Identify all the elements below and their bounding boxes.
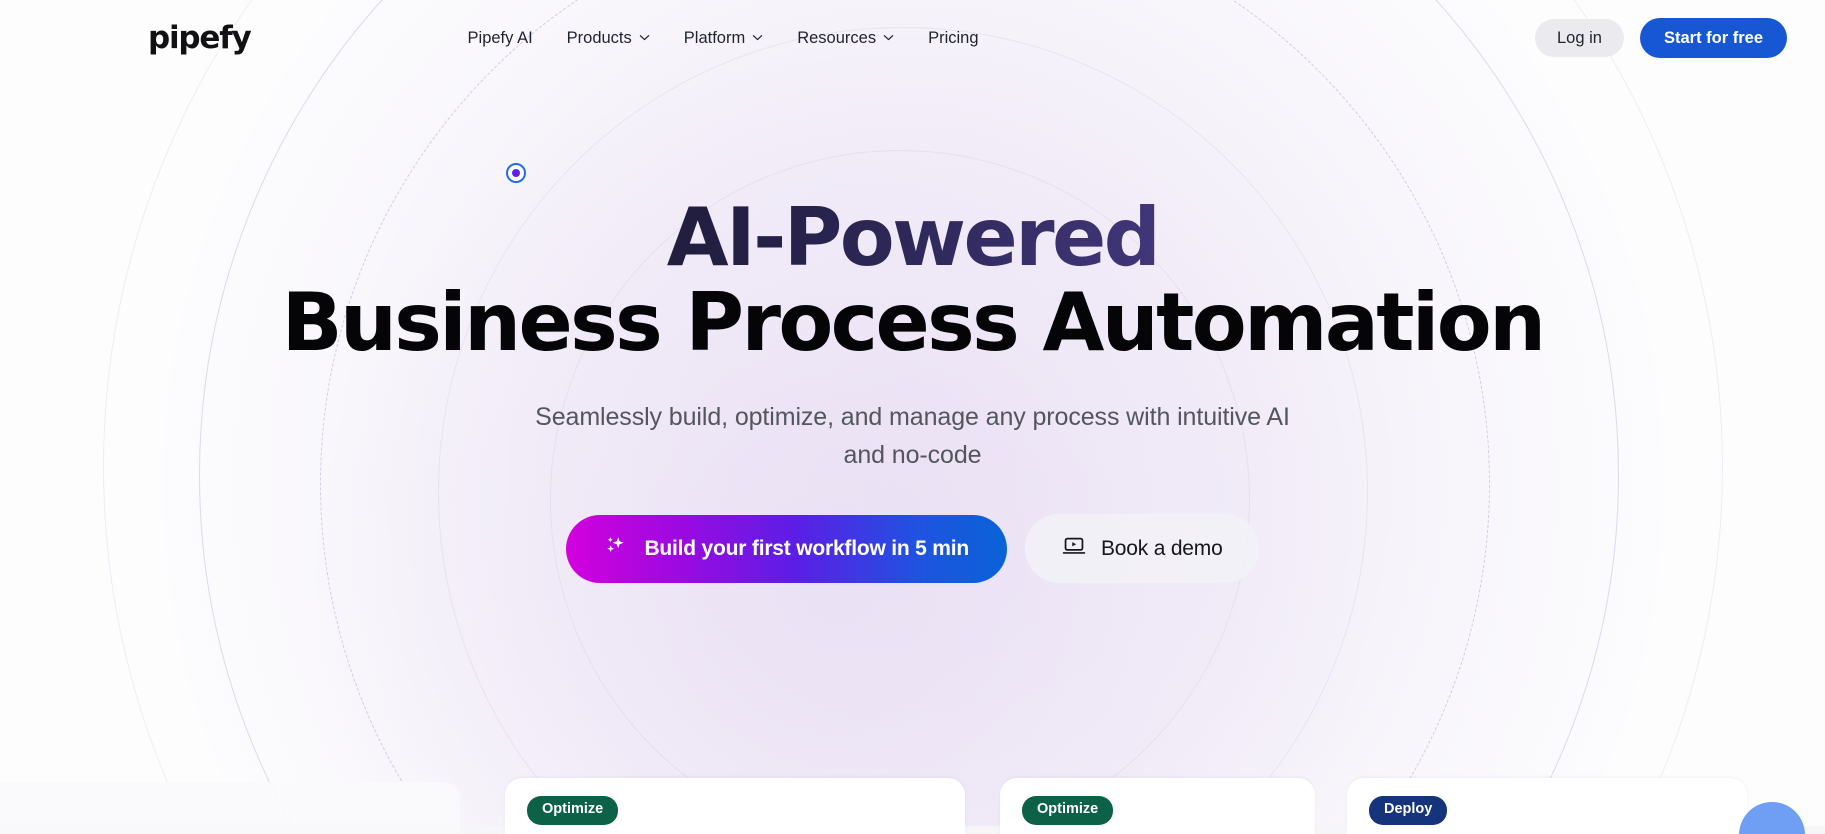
hero-section: AI-Powered Business Process Automation S… [0, 0, 1825, 780]
primary-navigation: Pipefy AI Products Platform Resources Pr… [468, 30, 979, 47]
page-root: pipefy Pipefy AI Products Platform Resou… [0, 0, 1825, 834]
laptop-play-icon [1061, 533, 1087, 564]
build-workflow-label: Build your first workflow in 5 min [644, 537, 969, 561]
nav-item-pricing[interactable]: Pricing [928, 30, 978, 47]
hero-cta-row: Build your first workflow in 5 min Book … [566, 514, 1259, 584]
login-button[interactable]: Log in [1535, 18, 1624, 58]
nav-label: Pricing [928, 28, 979, 47]
nav-label: Resources [797, 28, 877, 47]
chevron-down-icon [639, 32, 650, 43]
nav-label: Platform [683, 28, 746, 47]
header-actions: Log in Start for free [1535, 17, 1787, 59]
card-panel-left [0, 782, 460, 834]
nav-item-resources[interactable]: Resources [797, 30, 894, 47]
status-badge-optimize: Optimize [527, 796, 619, 825]
nav-label: Pipefy AI [467, 28, 533, 47]
site-header: pipefy Pipefy AI Products Platform Resou… [0, 0, 1825, 76]
chevron-down-icon [883, 32, 894, 43]
feature-cards-strip: Optimize Optimize Deploy [0, 778, 1825, 834]
status-badge-deploy: Deploy [1369, 796, 1448, 825]
status-badge-optimize: Optimize [1022, 796, 1114, 825]
start-for-free-button[interactable]: Start for free [1639, 17, 1787, 59]
hero-headline: AI-Powered Business Process Automation [281, 196, 1546, 370]
feature-card-1[interactable]: Optimize [505, 778, 965, 834]
nav-item-products[interactable]: Products [567, 30, 650, 47]
nav-label: Products [566, 28, 632, 47]
build-workflow-button[interactable]: Build your first workflow in 5 min [566, 514, 1007, 583]
sparkles-icon [604, 534, 629, 564]
hero-headline-line1: AI-Powered [282, 196, 1544, 279]
chevron-down-icon [752, 32, 763, 43]
nav-item-platform[interactable]: Platform [684, 30, 763, 47]
hero-headline-line2: Business Process Automation [281, 276, 1546, 370]
hero-subtitle: Seamlessly build, optimize, and manage a… [535, 403, 1290, 470]
feature-card-2[interactable]: Optimize [1000, 778, 1315, 834]
feature-card-3[interactable]: Deploy [1347, 778, 1747, 834]
orbit-dot-marker [506, 163, 526, 183]
nav-item-pipefy-ai[interactable]: Pipefy AI [468, 30, 533, 47]
pipefy-logo[interactable]: pipefy [148, 22, 252, 54]
book-a-demo-button[interactable]: Book a demo [1025, 514, 1259, 584]
book-a-demo-label: Book a demo [1101, 537, 1223, 561]
